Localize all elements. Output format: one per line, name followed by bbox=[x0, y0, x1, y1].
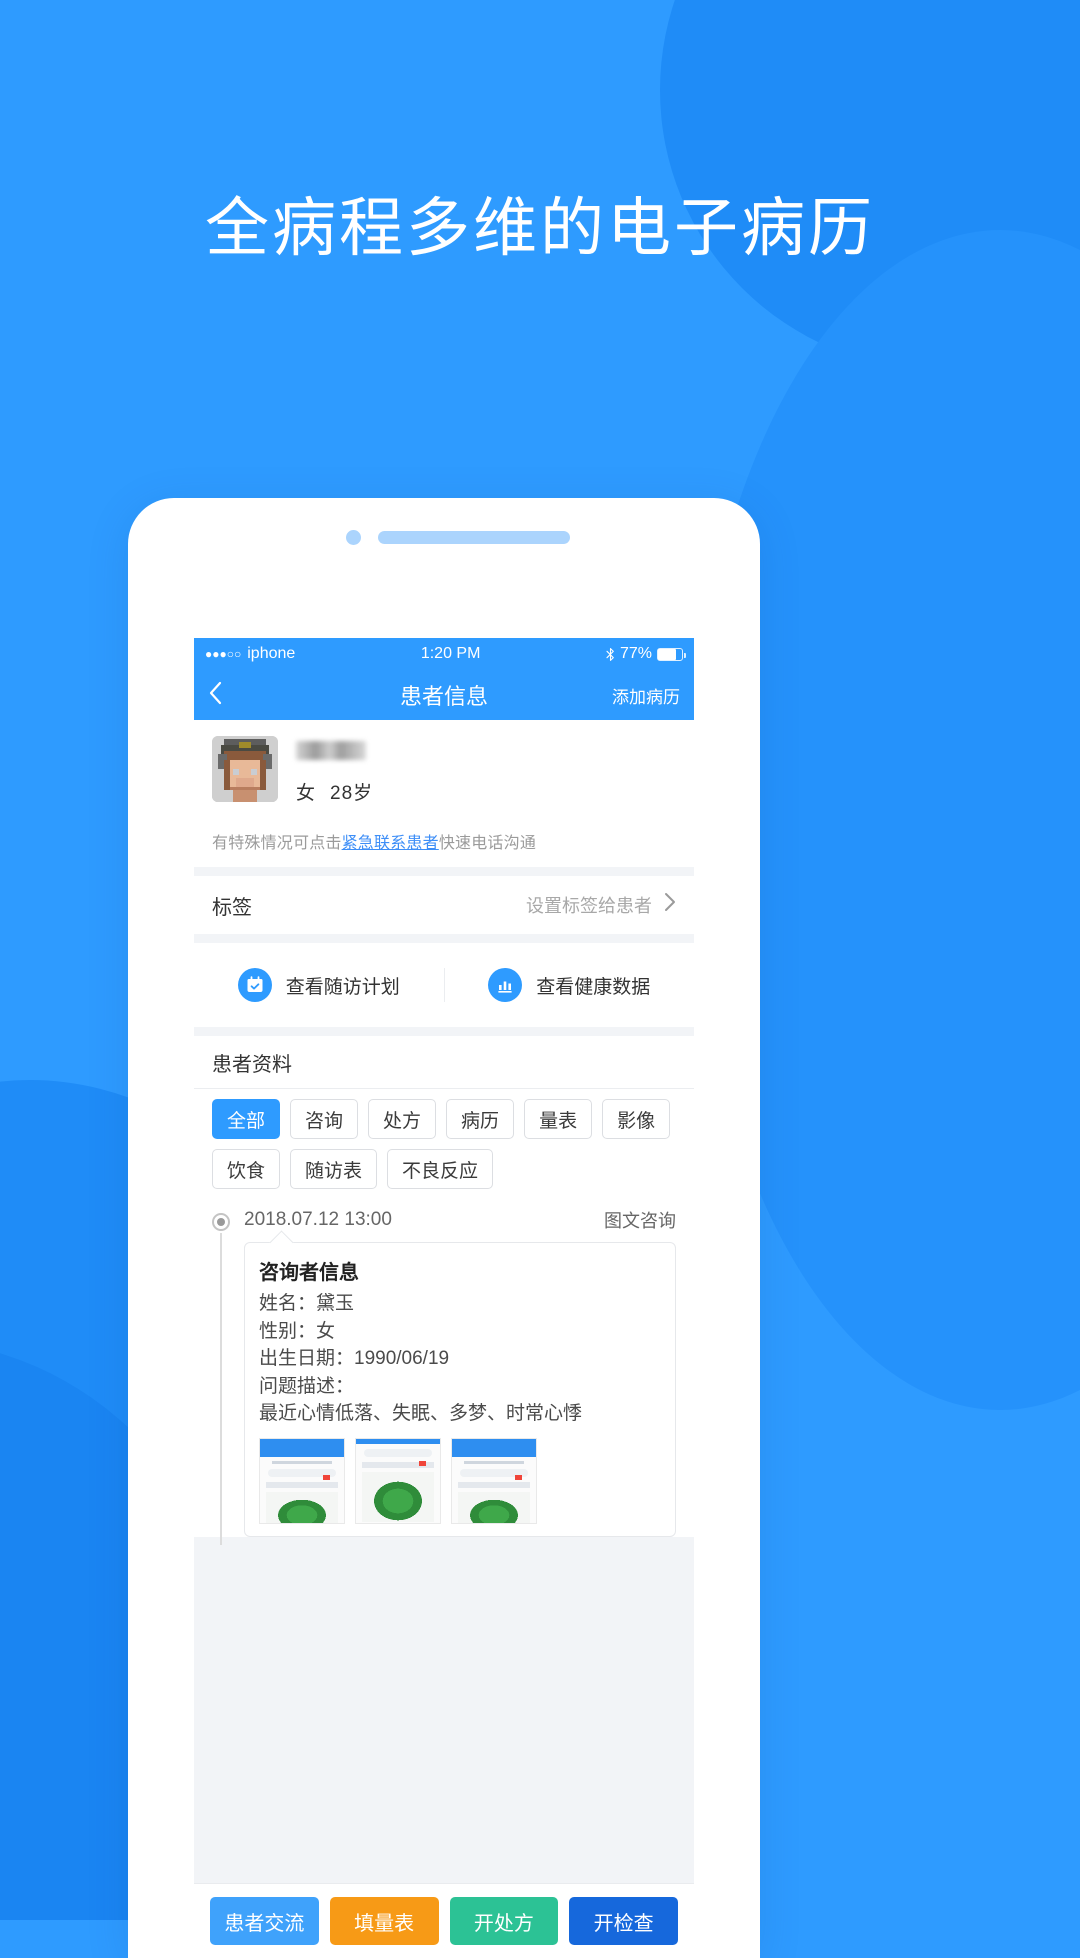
view-health-data-button[interactable]: 查看健康数据 bbox=[443, 968, 695, 1002]
speaker-grille bbox=[378, 531, 570, 544]
battery-icon bbox=[657, 647, 686, 661]
quick-actions: 查看随访计划 查看健康数据 bbox=[194, 943, 694, 1027]
bluetooth-icon bbox=[606, 647, 615, 662]
tag-value: 设置标签给患者 bbox=[526, 896, 652, 916]
patient-records-section-title: 患者资料 bbox=[194, 1036, 694, 1088]
timeline-dot-icon bbox=[212, 1213, 230, 1231]
record-filter-chips: 全部 咨询 处方 病历 量表 影像 饮食 随访表 不良反应 bbox=[194, 1089, 694, 1201]
emergency-contact-hint: 有特殊情况可点击紧急联系患者快速电话沟通 bbox=[194, 819, 694, 867]
chip-adverse-reaction[interactable]: 不良反应 bbox=[387, 1149, 494, 1189]
status-bar-right: 77% bbox=[606, 645, 686, 663]
phone-mockup: ●●●○○ iphone 1:20 PM 77% 患者信息 添加病历 女 28岁… bbox=[128, 498, 760, 1958]
record-timestamp: 2018.07.12 13:00 bbox=[244, 1209, 392, 1230]
carrier-label: iphone bbox=[247, 645, 296, 662]
view-followup-plan-button[interactable]: 查看随访计划 bbox=[194, 968, 444, 1002]
patient-header-card: 女 28岁 有特殊情况可点击紧急联系患者快速电话沟通 bbox=[194, 720, 694, 867]
timeline-rail bbox=[212, 1207, 238, 1545]
record-type-label: 图文咨询 bbox=[604, 1211, 676, 1231]
timeline-head: 2018.07.12 13:00 图文咨询 bbox=[244, 1207, 676, 1242]
add-medical-record-button[interactable]: 添加病历 bbox=[612, 683, 680, 708]
poster-headline: 全病程多维的电子病历 bbox=[205, 192, 875, 264]
record-field-name: 姓名：黛玉 bbox=[259, 1293, 355, 1314]
record-card-title: 咨询者信息 bbox=[259, 1262, 359, 1284]
status-bar: ●●●○○ iphone 1:20 PM 77% bbox=[194, 638, 694, 670]
phone-screen: ●●●○○ iphone 1:20 PM 77% 患者信息 添加病历 女 28岁… bbox=[194, 638, 694, 1958]
chevron-right-icon bbox=[664, 892, 676, 918]
calendar-check-icon bbox=[237, 968, 272, 1002]
phone-top-bezel bbox=[128, 498, 760, 568]
bar-chart-icon bbox=[488, 968, 523, 1002]
chip-followup-form[interactable]: 随访表 bbox=[290, 1149, 378, 1189]
view-followup-plan-label: 查看随访计划 bbox=[285, 976, 400, 998]
patient-gender-age: 女 28岁 bbox=[296, 778, 373, 805]
screenshot-thumb-1[interactable] bbox=[259, 1437, 345, 1524]
clock-label: 1:20 PM bbox=[420, 645, 481, 662]
timeline-line bbox=[220, 1233, 222, 1545]
hint-suffix: 快速电话沟通 bbox=[438, 835, 537, 852]
chip-imaging[interactable]: 影像 bbox=[602, 1099, 671, 1139]
patient-name-masked bbox=[296, 741, 366, 760]
timeline-body: 2018.07.12 13:00 图文咨询 咨询者信息 姓名：黛玉 性别：女 出… bbox=[238, 1207, 676, 1537]
screenshot-thumb-3[interactable] bbox=[451, 1437, 537, 1524]
signal-strength-icon: ●●●○○ bbox=[205, 647, 242, 661]
bottom-action-bar: 患者交流 填量表 开处方 开检查 bbox=[194, 1883, 694, 1958]
patient-gender: 女 bbox=[296, 783, 317, 804]
write-prescription-button[interactable]: 开处方 bbox=[449, 1897, 559, 1945]
patient-head: 女 28岁 bbox=[194, 720, 694, 819]
hint-prefix: 有特殊情况可点击 bbox=[212, 835, 342, 852]
navigation-bar: 患者信息 添加病历 bbox=[194, 670, 694, 720]
record-thumbnails bbox=[259, 1437, 661, 1524]
record-card[interactable]: 咨询者信息 姓名：黛玉 性别：女 出生日期：1990/06/19 问题描述： 最… bbox=[244, 1242, 676, 1537]
chip-diet[interactable]: 饮食 bbox=[212, 1149, 281, 1189]
screenshot-thumb-2[interactable] bbox=[355, 1437, 441, 1524]
view-health-data-label: 查看健康数据 bbox=[536, 976, 651, 998]
patient-row: 女 28岁 bbox=[212, 736, 676, 805]
chip-all[interactable]: 全部 bbox=[212, 1099, 281, 1139]
chip-consult[interactable]: 咨询 bbox=[290, 1099, 359, 1139]
patient-chat-button[interactable]: 患者交流 bbox=[210, 1897, 319, 1945]
patient-age: 28岁 bbox=[330, 783, 374, 804]
section-gap bbox=[194, 867, 694, 876]
record-field-problem-label: 问题描述： bbox=[259, 1375, 355, 1397]
section-gap-3 bbox=[194, 1027, 694, 1036]
chip-prescription[interactable]: 处方 bbox=[368, 1099, 437, 1139]
chip-scale[interactable]: 量表 bbox=[524, 1099, 593, 1139]
camera-icon bbox=[346, 530, 361, 545]
battery-percent-label: 77% bbox=[619, 645, 652, 662]
record-field-problem-text: 最近心情低落、失眠、多梦、时常心悸 bbox=[259, 1403, 583, 1425]
record-field-gender: 性别：女 bbox=[259, 1320, 336, 1342]
records-timeline: 2018.07.12 13:00 图文咨询 咨询者信息 姓名：黛玉 性别：女 出… bbox=[194, 1201, 694, 1545]
order-exam-button[interactable]: 开检查 bbox=[569, 1897, 678, 1945]
tag-label: 标签 bbox=[212, 896, 252, 919]
timeline-item: 2018.07.12 13:00 图文咨询 咨询者信息 姓名：黛玉 性别：女 出… bbox=[194, 1207, 694, 1545]
patient-meta: 女 28岁 bbox=[296, 736, 373, 805]
status-bar-left: ●●●○○ iphone bbox=[205, 645, 295, 663]
tag-row[interactable]: 标签 设置标签给患者 bbox=[194, 876, 694, 934]
emergency-contact-link[interactable]: 紧急联系患者 bbox=[342, 835, 439, 852]
fill-scale-button[interactable]: 填量表 bbox=[329, 1897, 439, 1945]
record-field-birthdate: 出生日期：1990/06/19 bbox=[259, 1348, 450, 1370]
chip-record[interactable]: 病历 bbox=[446, 1099, 515, 1139]
avatar[interactable] bbox=[212, 736, 278, 802]
section-gap-2 bbox=[194, 934, 694, 943]
